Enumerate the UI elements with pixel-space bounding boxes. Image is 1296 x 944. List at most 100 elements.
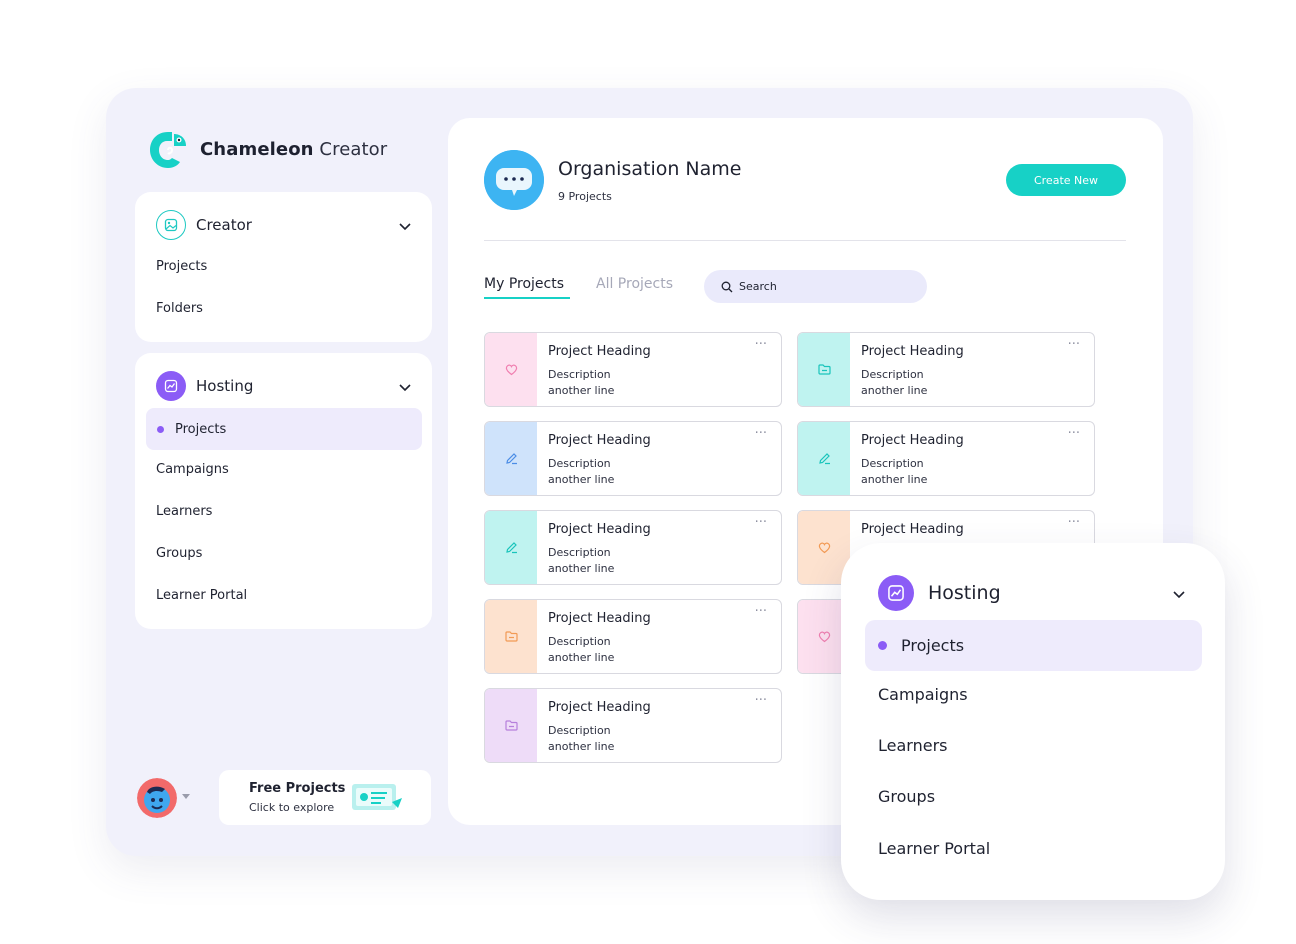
project-description-line: another line xyxy=(548,473,615,486)
zoom-hosting-label: Hosting xyxy=(928,582,1001,604)
pencil-icon xyxy=(505,453,517,465)
image-icon xyxy=(156,210,186,240)
create-new-button[interactable]: Create New xyxy=(1006,164,1126,196)
sidebar-item-groups[interactable]: Groups xyxy=(156,546,202,561)
project-description: Description another line xyxy=(548,723,614,755)
chameleon-logo-icon xyxy=(150,132,186,168)
active-dot xyxy=(878,641,887,650)
project-card[interactable]: Project Heading Description another line ··… xyxy=(484,688,782,763)
sidebar-item-hosting-projects[interactable]: Projects xyxy=(146,408,422,450)
hosting-zoom-panel: Hosting Projects Campaigns Learners Grou… xyxy=(841,543,1225,900)
free-projects-promo[interactable]: Free Projects Click to explore xyxy=(219,770,431,825)
folder-icon xyxy=(817,364,831,375)
project-count: 9 Projects xyxy=(558,190,612,203)
project-description-line: Description xyxy=(548,546,611,559)
zoom-hosting-header[interactable]: Hosting xyxy=(878,575,1001,611)
project-title: Project Heading xyxy=(548,522,651,537)
sidebar-item-folders[interactable]: Folders xyxy=(156,301,203,316)
sidebar-item-creator-projects[interactable]: Projects xyxy=(156,259,207,274)
zoom-item-label: Projects xyxy=(901,636,965,655)
folder-icon xyxy=(504,720,518,731)
active-tab-underline xyxy=(484,297,570,299)
project-title: Project Heading xyxy=(861,433,964,448)
chart-icon xyxy=(878,575,914,611)
project-description-line: Description xyxy=(861,457,924,470)
more-options-icon[interactable]: ··· xyxy=(755,693,767,708)
tab-my-projects[interactable]: My Projects xyxy=(484,276,564,292)
certificate-illustration-icon xyxy=(352,784,402,810)
creator-section-header[interactable]: Creator xyxy=(156,210,252,240)
zoom-item-learner-portal[interactable]: Learner Portal xyxy=(878,839,990,858)
more-options-icon[interactable]: ··· xyxy=(755,337,767,352)
project-title: Project Heading xyxy=(548,344,651,359)
brand-name-light: Creator xyxy=(319,138,388,160)
chevron-down-icon[interactable] xyxy=(1172,587,1186,601)
avatar[interactable] xyxy=(137,778,177,818)
project-description: Description another line xyxy=(548,634,614,666)
project-description-line: another line xyxy=(548,562,615,575)
more-options-icon[interactable]: ··· xyxy=(1068,515,1080,530)
project-description-line: Description xyxy=(548,457,611,470)
zoom-item-groups[interactable]: Groups xyxy=(878,787,935,806)
more-options-icon[interactable]: ··· xyxy=(755,604,767,619)
more-options-icon[interactable]: ··· xyxy=(755,426,767,441)
zoom-item-projects[interactable]: Projects xyxy=(865,620,1202,671)
sidebar-item-learners[interactable]: Learners xyxy=(156,504,212,519)
brand[interactable]: Chameleon Creator xyxy=(148,128,387,170)
search-input[interactable] xyxy=(739,280,909,293)
pencil-icon xyxy=(505,542,517,554)
project-card-thumbnail xyxy=(485,689,537,762)
search-box[interactable] xyxy=(704,270,927,303)
project-title: Project Heading xyxy=(548,611,651,626)
project-card[interactable]: Project Heading Description another line ··… xyxy=(484,510,782,585)
project-card[interactable]: Project Heading Description another line ··… xyxy=(484,421,782,496)
project-description-line: another line xyxy=(861,473,928,486)
chart-icon xyxy=(156,371,186,401)
folder-icon xyxy=(504,631,518,642)
sidebar-item-campaigns[interactable]: Campaigns xyxy=(156,462,229,477)
project-title: Project Heading xyxy=(548,700,651,715)
promo-title: Free Projects xyxy=(249,781,346,796)
heart-icon xyxy=(818,631,830,643)
more-options-icon[interactable]: ··· xyxy=(1068,426,1080,441)
project-card-thumbnail xyxy=(485,422,537,495)
brand-name-bold: Chameleon xyxy=(200,138,314,160)
project-description-line: Description xyxy=(548,724,611,737)
chevron-down-icon[interactable] xyxy=(398,380,412,394)
project-card-thumbnail xyxy=(798,333,850,406)
project-description: Description another line xyxy=(548,545,614,577)
project-description-line: another line xyxy=(548,384,615,397)
heart-icon xyxy=(505,364,517,376)
header-divider xyxy=(484,240,1126,241)
promo-subtitle: Click to explore xyxy=(249,801,335,814)
brand-name: Chameleon Creator xyxy=(200,139,387,160)
search-icon xyxy=(721,281,733,292)
sidebar-item-label: Projects xyxy=(175,421,227,437)
page-title: Organisation Name xyxy=(558,158,742,180)
more-options-icon[interactable]: ··· xyxy=(1068,337,1080,352)
project-description-line: another line xyxy=(548,740,615,753)
caret-down-icon[interactable] xyxy=(182,794,190,800)
zoom-item-campaigns[interactable]: Campaigns xyxy=(878,685,968,704)
zoom-item-learners[interactable]: Learners xyxy=(878,736,947,755)
chevron-down-icon[interactable] xyxy=(398,219,412,233)
creator-section-label: Creator xyxy=(196,216,252,234)
active-dot xyxy=(157,425,164,433)
project-card[interactable]: Project Heading Description another line ··… xyxy=(797,332,1095,407)
hosting-section-header[interactable]: Hosting xyxy=(156,371,253,401)
more-options-icon[interactable]: ··· xyxy=(755,515,767,530)
project-card-thumbnail xyxy=(485,511,537,584)
project-title: Project Heading xyxy=(861,344,964,359)
project-description: Description another line xyxy=(548,456,614,488)
project-description: Description another line xyxy=(861,456,927,488)
tab-all-projects[interactable]: All Projects xyxy=(596,276,673,292)
project-card-thumbnail xyxy=(485,600,537,673)
project-card[interactable]: Project Heading Description another line ··… xyxy=(484,332,782,407)
project-card[interactable]: Project Heading Description another line ··… xyxy=(484,599,782,674)
sidebar-item-learner-portal[interactable]: Learner Portal xyxy=(156,588,247,603)
project-card[interactable]: Project Heading Description another line ··… xyxy=(797,421,1095,496)
pencil-icon xyxy=(818,453,830,465)
project-title: Project Heading xyxy=(861,522,964,537)
project-description-line: Description xyxy=(548,635,611,648)
project-description-line: Description xyxy=(548,368,611,381)
